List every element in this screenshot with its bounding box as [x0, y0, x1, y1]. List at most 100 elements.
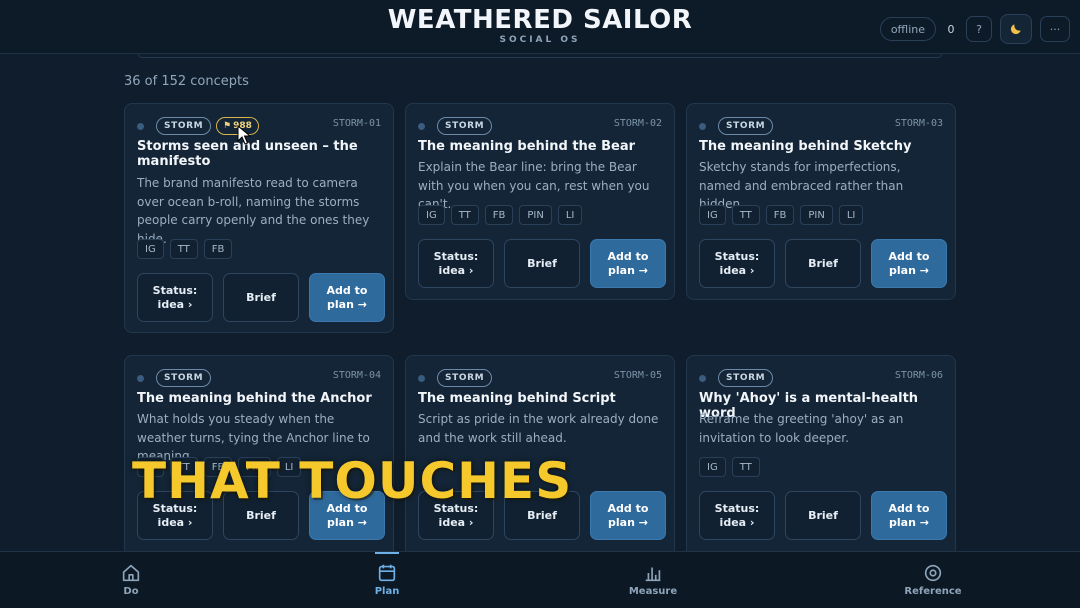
card-meta: STORM ⚑ 988 STORM-01	[137, 117, 381, 135]
platform-chips: IG TT	[699, 457, 760, 477]
status-button[interactable]: Status: idea ›	[699, 491, 775, 540]
theme-toggle-button[interactable]	[1000, 14, 1032, 44]
card-meta: STORM STORM-03	[699, 117, 943, 135]
nav-item-plan[interactable]: Plan	[347, 562, 427, 597]
brief-button[interactable]: Brief	[223, 273, 299, 322]
help-icon: ?	[976, 22, 982, 36]
add-to-plan-button[interactable]: Add to plan →	[871, 491, 947, 540]
add-to-plan-button[interactable]: Add to plan →	[309, 273, 385, 322]
more-icon: ···	[1049, 22, 1061, 36]
concept-id: STORM-04	[332, 370, 381, 381]
app-header: WEATHERED SAILOR SOCIAL OS offline 0 ? ·…	[0, 0, 1080, 54]
platform-chip[interactable]: TT	[731, 205, 760, 225]
card-meta: STORM STORM-04	[137, 369, 381, 387]
card-description: Reframe the greeting 'ahoy' as an invita…	[699, 412, 904, 445]
platform-chip[interactable]: FB	[765, 205, 795, 225]
card-title: The meaning behind Sketchy	[699, 139, 912, 154]
concept-card[interactable]: STORM STORM-02 The meaning behind the Be…	[405, 103, 675, 300]
help-button[interactable]: ?	[966, 16, 992, 42]
offline-status-pill[interactable]: offline	[879, 17, 936, 41]
concept-card[interactable]: STORM STORM-03 The meaning behind Sketch…	[686, 103, 956, 300]
card-meta: STORM STORM-02	[418, 117, 662, 135]
concept-id: STORM-01	[332, 118, 381, 129]
flag-icon: ⚑	[223, 121, 232, 131]
platform-chip[interactable]: TT	[450, 205, 479, 225]
platform-chip[interactable]: IG	[699, 205, 726, 225]
card-description: Script as pride in the work already done…	[418, 412, 659, 445]
card-actions: Status: idea › Brief Add to plan →	[137, 273, 385, 322]
platform-chip[interactable]: PIN	[519, 205, 552, 225]
concept-id: STORM-03	[894, 118, 943, 129]
nav-item-measure[interactable]: Measure	[613, 562, 693, 597]
brief-button[interactable]: Brief	[504, 239, 580, 288]
card-title: The meaning behind the Anchor	[137, 391, 372, 406]
status-dot	[137, 375, 144, 382]
concept-card[interactable]: STORM STORM-06 Why 'Ahoy' is a mental-he…	[686, 355, 956, 565]
status-dot	[418, 123, 425, 130]
status-button[interactable]: Status: idea ›	[418, 239, 494, 288]
card-title: Storms seen and unseen – the manifesto	[137, 139, 358, 169]
add-to-plan-button[interactable]: Add to plan →	[871, 239, 947, 288]
platform-chip[interactable]: IG	[699, 457, 726, 477]
platform-chip[interactable]: TT	[731, 457, 760, 477]
nav-item-reference[interactable]: Reference	[893, 562, 973, 597]
mouse-cursor-icon	[237, 125, 251, 145]
concept-id: STORM-05	[613, 370, 662, 381]
concept-card[interactable]: STORM ⚑ 988 STORM-01 Storms seen and uns…	[124, 103, 394, 333]
results-count: 36 of 152 concepts	[124, 74, 249, 89]
nav-label: Plan	[374, 586, 400, 597]
status-button[interactable]: Status: idea ›	[699, 239, 775, 288]
card-meta: STORM STORM-05	[418, 369, 662, 387]
home-icon	[122, 564, 140, 582]
video-caption: THAT TOUCHES	[132, 452, 573, 510]
card-title: The meaning behind Script	[418, 391, 616, 406]
platform-chip[interactable]: TT	[169, 239, 198, 259]
moon-icon	[1010, 24, 1021, 35]
card-meta: STORM STORM-06	[699, 369, 943, 387]
card-actions: Status: idea › Brief Add to plan →	[418, 239, 666, 288]
nav-item-do[interactable]: Do	[91, 562, 171, 597]
status-dot	[418, 375, 425, 382]
platform-chip[interactable]: PIN	[800, 205, 833, 225]
card-description: The brand manifesto read to camera over …	[137, 176, 370, 246]
active-tab-indicator	[375, 552, 399, 554]
concept-id: STORM-06	[894, 370, 943, 381]
card-title: The meaning behind the Bear	[418, 139, 636, 154]
nav-label: Reference	[904, 586, 962, 597]
category-tag[interactable]: STORM	[437, 117, 493, 135]
category-tag[interactable]: STORM	[718, 369, 774, 387]
platform-chip[interactable]: FB	[484, 205, 514, 225]
status-dot	[137, 123, 144, 130]
platform-chip[interactable]: LI	[557, 205, 583, 225]
nav-label: Do	[123, 586, 139, 597]
platform-chip[interactable]: LI	[838, 205, 864, 225]
brief-button[interactable]: Brief	[785, 239, 861, 288]
bar-chart-icon	[645, 567, 661, 582]
status-dot	[699, 123, 706, 130]
platform-chip[interactable]: IG	[418, 205, 445, 225]
category-tag[interactable]: STORM	[437, 369, 493, 387]
calendar-icon	[378, 564, 396, 582]
platform-chips: IG TT FB PIN LI	[418, 205, 583, 225]
concept-id: STORM-02	[613, 118, 662, 129]
brief-button[interactable]: Brief	[785, 491, 861, 540]
platform-chip[interactable]: IG	[137, 239, 164, 259]
more-menu-button[interactable]: ···	[1040, 16, 1070, 42]
card-actions: Status: idea › Brief Add to plan →	[699, 239, 947, 288]
add-to-plan-button[interactable]: Add to plan →	[590, 491, 666, 540]
search-bar-edge	[138, 54, 942, 58]
platform-chips: IG TT FB	[137, 239, 233, 259]
notification-count[interactable]: 0	[944, 23, 958, 36]
category-tag[interactable]: STORM	[718, 117, 774, 135]
category-tag[interactable]: STORM	[156, 117, 212, 135]
status-button[interactable]: Status: idea ›	[137, 273, 213, 322]
category-tag[interactable]: STORM	[156, 369, 212, 387]
header-actions: offline 0 ? ···	[879, 14, 1070, 44]
platform-chips: IG TT FB PIN LI	[699, 205, 864, 225]
add-to-plan-button[interactable]: Add to plan →	[590, 239, 666, 288]
bottom-nav: Do Plan Measure Reference	[0, 551, 1080, 608]
target-icon	[924, 564, 942, 582]
nav-label: Measure	[628, 586, 678, 597]
card-actions: Status: idea › Brief Add to plan →	[699, 491, 947, 540]
platform-chip[interactable]: FB	[203, 239, 233, 259]
